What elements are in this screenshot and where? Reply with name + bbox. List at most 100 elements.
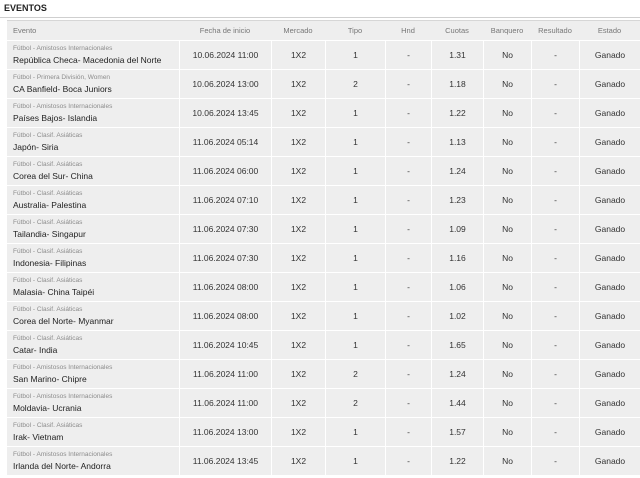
- event-type: 2: [325, 69, 385, 98]
- event-match: Tailandia- Singapur: [13, 229, 86, 239]
- table-row: Fútbol - Amistosos Internacionales Países…: [7, 98, 640, 127]
- event-hnd: -: [385, 417, 431, 446]
- events-body: Fútbol - Amistosos Internacionales Repúbl…: [7, 40, 640, 475]
- event-start-date: 11.06.2024 08:00: [179, 301, 271, 330]
- event-result: -: [531, 156, 579, 185]
- event-result: -: [531, 359, 579, 388]
- event-odds: 1.02: [431, 301, 483, 330]
- event-odds: 1.24: [431, 359, 483, 388]
- event-hnd: -: [385, 40, 431, 69]
- event-status: Ganado: [579, 185, 640, 214]
- event-start-date: 11.06.2024 13:45: [179, 446, 271, 475]
- event-status: Ganado: [579, 417, 640, 446]
- event-match: República Checa- Macedonia del Norte: [13, 55, 162, 65]
- event-market: 1X2: [271, 446, 325, 475]
- event-odds: 1.31: [431, 40, 483, 69]
- event-market: 1X2: [271, 417, 325, 446]
- event-cell: Fútbol - Amistosos Internacionales San Ma…: [7, 359, 179, 388]
- events-panel: EVENTOS Evento Fecha de inicio Mercado T…: [0, 0, 640, 478]
- event-odds: 1.44: [431, 388, 483, 417]
- event-market: 1X2: [271, 214, 325, 243]
- table-row: Fútbol - Clasif. Asiáticas Catar- India 11…: [7, 330, 640, 359]
- event-cell: Fútbol - Clasif. Asiáticas Malasia- China…: [7, 272, 179, 301]
- event-competition: Fútbol - Amistosos Internacionales: [13, 45, 113, 52]
- event-hnd: -: [385, 127, 431, 156]
- event-hnd: -: [385, 272, 431, 301]
- table-row: Fútbol - Amistosos Internacionales San Ma…: [7, 359, 640, 388]
- event-start-date: 10.06.2024 13:45: [179, 98, 271, 127]
- table-row: Fútbol - Clasif. Asiáticas Irak- Vietnam 1…: [7, 417, 640, 446]
- event-status: Ganado: [579, 272, 640, 301]
- event-competition: Fútbol - Clasif. Asiáticas: [13, 422, 83, 429]
- table-row: Fútbol - Clasif. Asiáticas Tailandia- Sin…: [7, 214, 640, 243]
- table-row: Fútbol - Clasif. Asiáticas Japón- Siria 11…: [7, 127, 640, 156]
- event-cell: Fútbol - Amistosos Internacionales Moldav…: [7, 388, 179, 417]
- event-result: -: [531, 388, 579, 417]
- event-result: -: [531, 243, 579, 272]
- event-market: 1X2: [271, 388, 325, 417]
- event-start-date: 11.06.2024 13:00: [179, 417, 271, 446]
- event-status: Ganado: [579, 330, 640, 359]
- event-cell: Fútbol - Amistosos Internacionales Repúbl…: [7, 40, 179, 69]
- event-result: -: [531, 185, 579, 214]
- event-match: CA Banfield- Boca Juniors: [13, 84, 112, 94]
- table-row: Fútbol - Amistosos Internacionales Irland…: [7, 446, 640, 475]
- event-cell: Fútbol - Clasif. Asiáticas Corea del Nort…: [7, 301, 179, 330]
- event-banker: No: [483, 185, 531, 214]
- event-result: -: [531, 417, 579, 446]
- event-type: 1: [325, 98, 385, 127]
- event-competition: Fútbol - Clasif. Asiáticas: [13, 248, 83, 255]
- event-type: 2: [325, 359, 385, 388]
- event-odds: 1.06: [431, 272, 483, 301]
- event-banker: No: [483, 301, 531, 330]
- event-match: Australia- Palestina: [13, 200, 87, 210]
- event-match: Japón- Siria: [13, 142, 59, 152]
- table-row: Fútbol - Amistosos Internacionales Moldav…: [7, 388, 640, 417]
- event-competition: Fútbol - Amistosos Internacionales: [13, 103, 113, 110]
- event-start-date: 10.06.2024 11:00: [179, 40, 271, 69]
- event-hnd: -: [385, 388, 431, 417]
- event-competition: Fútbol - Clasif. Asiáticas: [13, 335, 83, 342]
- table-row: Fútbol - Clasif. Asiáticas Corea del Sur-…: [7, 156, 640, 185]
- event-hnd: -: [385, 156, 431, 185]
- event-result: -: [531, 40, 579, 69]
- event-start-date: 11.06.2024 07:10: [179, 185, 271, 214]
- event-competition: Fútbol - Clasif. Asiáticas: [13, 190, 83, 197]
- event-type: 1: [325, 272, 385, 301]
- header-start-date: Fecha de inicio: [179, 20, 271, 40]
- event-market: 1X2: [271, 330, 325, 359]
- event-banker: No: [483, 243, 531, 272]
- event-competition: Fútbol - Primera División, Women: [13, 74, 111, 81]
- event-competition: Fútbol - Clasif. Asiáticas: [13, 161, 83, 168]
- event-start-date: 11.06.2024 08:00: [179, 272, 271, 301]
- event-odds: 1.65: [431, 330, 483, 359]
- event-banker: No: [483, 330, 531, 359]
- event-match: Corea del Sur- China: [13, 171, 93, 181]
- event-result: -: [531, 214, 579, 243]
- event-odds: 1.57: [431, 417, 483, 446]
- event-banker: No: [483, 127, 531, 156]
- event-hnd: -: [385, 301, 431, 330]
- event-hnd: -: [385, 214, 431, 243]
- event-cell: Fútbol - Clasif. Asiáticas Australia- Pal…: [7, 185, 179, 214]
- header-type: Tipo: [325, 20, 385, 40]
- event-competition: Fútbol - Amistosos Internacionales: [13, 451, 113, 458]
- event-match: Catar- India: [13, 345, 58, 355]
- event-banker: No: [483, 388, 531, 417]
- event-odds: 1.18: [431, 69, 483, 98]
- event-type: 1: [325, 214, 385, 243]
- event-hnd: -: [385, 359, 431, 388]
- event-hnd: -: [385, 185, 431, 214]
- event-type: 1: [325, 156, 385, 185]
- event-market: 1X2: [271, 272, 325, 301]
- event-match: Países Bajos- Islandia: [13, 113, 98, 123]
- event-competition: Fútbol - Amistosos Internacionales: [13, 364, 113, 371]
- event-start-date: 11.06.2024 10:45: [179, 330, 271, 359]
- event-result: -: [531, 127, 579, 156]
- event-banker: No: [483, 69, 531, 98]
- event-competition: Fútbol - Clasif. Asiáticas: [13, 277, 83, 284]
- event-status: Ganado: [579, 446, 640, 475]
- event-odds: 1.13: [431, 127, 483, 156]
- event-cell: Fútbol - Clasif. Asiáticas Irak- Vietnam: [7, 417, 179, 446]
- header-market: Mercado: [271, 20, 325, 40]
